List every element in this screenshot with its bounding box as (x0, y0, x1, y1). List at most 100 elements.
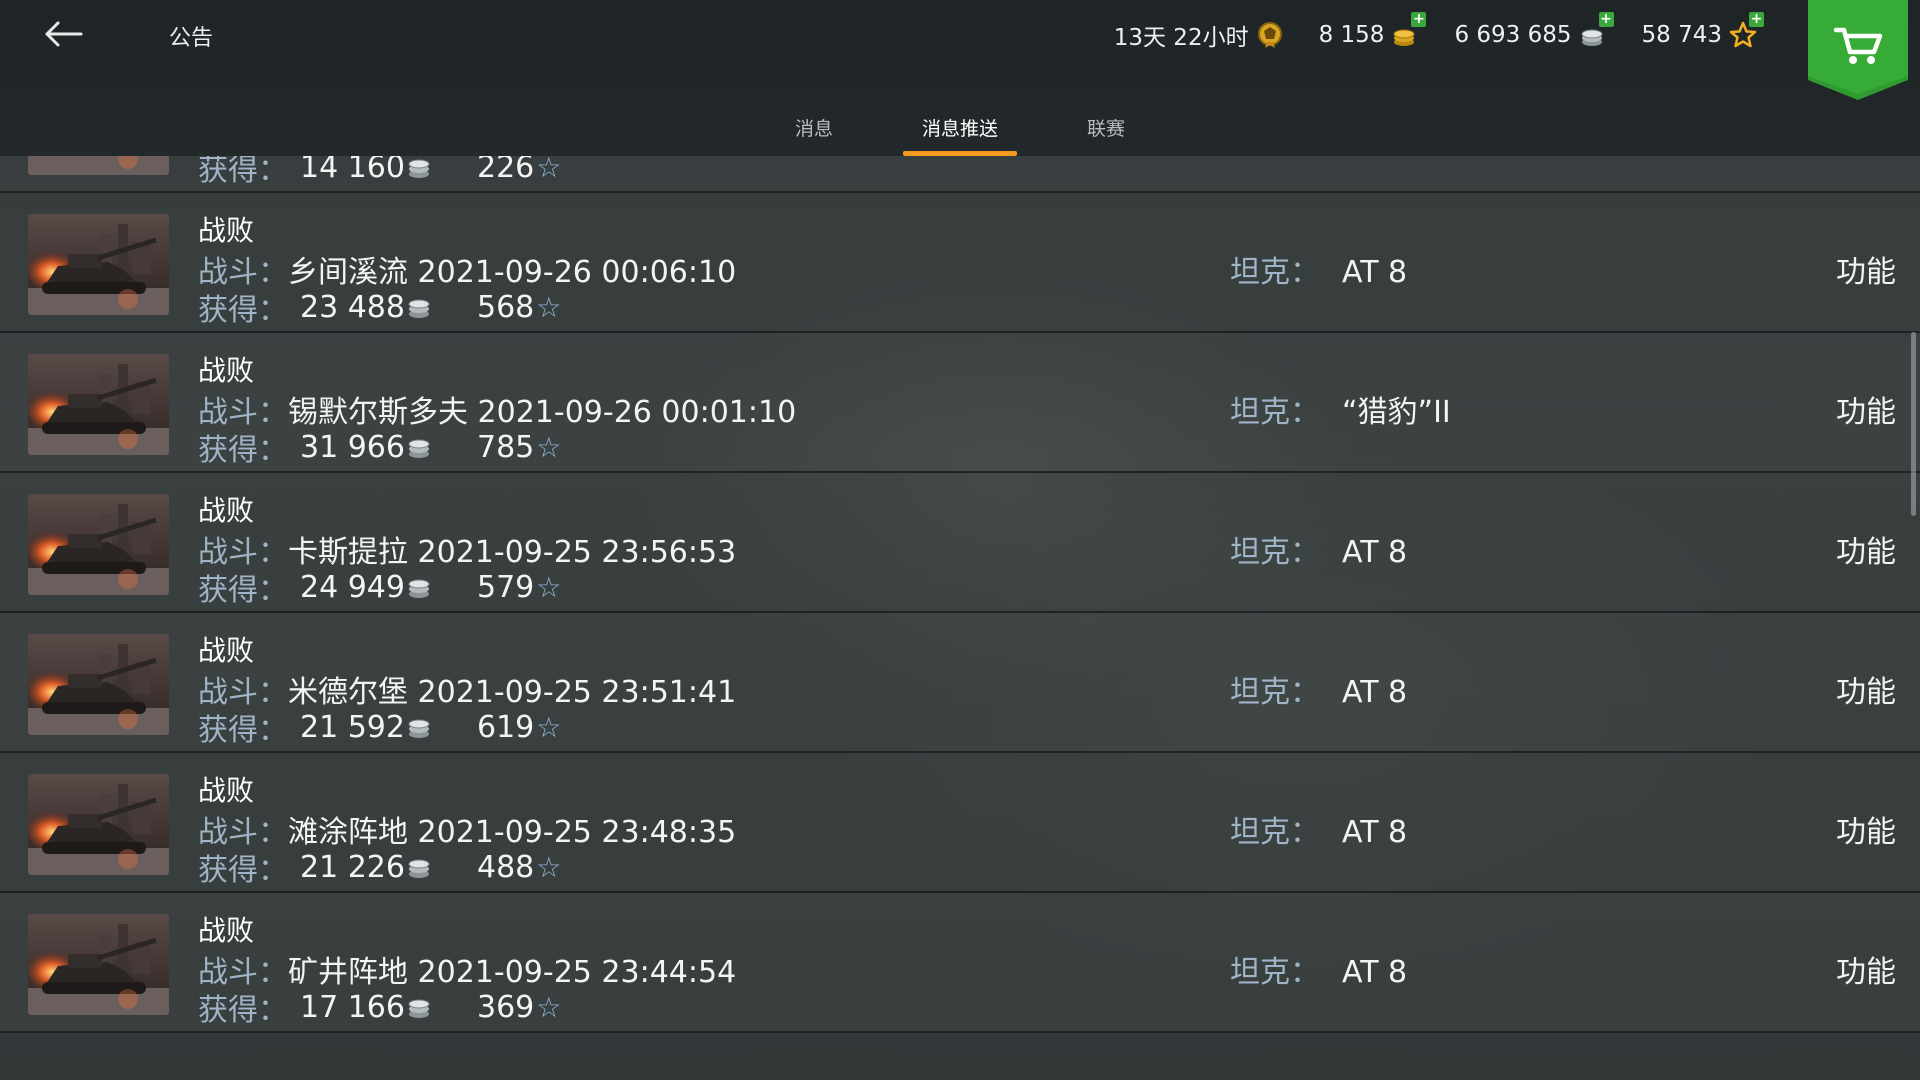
earned-xp: 579 (476, 569, 535, 605)
silver-coin-icon (408, 439, 430, 458)
battle-result: 战败 (198, 494, 255, 527)
tank-label: 坦克： (1230, 815, 1320, 850)
silver-coin-icon (408, 719, 430, 738)
tank-label: 坦克： (1230, 395, 1320, 430)
tank-name: “猎豹”II (1342, 395, 1451, 430)
earned-label: 获得： (198, 433, 288, 468)
tank-label: 坦克： (1230, 675, 1320, 710)
add-gold-icon[interactable]: + (1411, 12, 1427, 27)
tank-info: 坦克： AT 8 (1230, 527, 1407, 571)
shop-button[interactable] (1808, 0, 1908, 100)
message-row[interactable]: 战败 战斗：都市港口 2021-09-26 00:09:43 获得： 14 16… (0, 156, 1920, 193)
function-button[interactable]: 功能 (1836, 667, 1896, 711)
message-row[interactable]: 战败 战斗：卡斯提拉 2021-09-25 23:56:53 获得： 24 94… (0, 473, 1920, 613)
xp-star-icon: ☆ (536, 430, 562, 464)
message-row[interactable]: 战败 战斗：锡默尔斯多夫 2021-09-26 00:01:10 获得： 31 … (0, 333, 1920, 473)
battle-thumbnail (28, 156, 169, 175)
tank-info: 坦克： “猎豹”II (1230, 387, 1451, 431)
battle-thumbnail (28, 914, 169, 1015)
silver-coin-icon (408, 859, 430, 878)
silver-coin-icon (408, 159, 430, 178)
earned-credits: 14 160 (300, 156, 405, 185)
tab-push-messages[interactable]: 消息推送 (887, 102, 1033, 156)
xp-star-icon: ☆ (536, 710, 562, 744)
earned-xp: 568 (476, 289, 535, 325)
function-button[interactable]: 功能 (1836, 947, 1896, 991)
gold-value: 8 158 (1318, 22, 1385, 48)
gold-balance[interactable]: 8 158 + (1318, 12, 1427, 50)
xp-star-icon: ☆ (536, 570, 562, 604)
earned-xp: 488 (476, 849, 535, 885)
add-free-xp-icon[interactable]: + (1749, 12, 1764, 27)
rewards: 获得： 31 966 785 ☆ (198, 425, 561, 469)
tank-name: AT 8 (1342, 815, 1408, 850)
tank-name: AT 8 (1342, 955, 1408, 990)
tab-bar: 消息 消息推送 联赛 (0, 102, 1920, 156)
back-arrow-icon (45, 21, 83, 47)
free-xp-value: 58 743 (1641, 22, 1722, 48)
silver-coin-icon (408, 299, 430, 318)
premium-icon (1255, 20, 1285, 50)
message-row[interactable]: 战败 战斗：矿井阵地 2021-09-25 23:44:54 获得： 17 16… (0, 893, 1920, 1033)
page-title: 公告 (169, 26, 214, 51)
message-row[interactable]: 战败 战斗：米德尔堡 2021-09-25 23:51:41 获得： 21 59… (0, 613, 1920, 753)
function-button[interactable]: 功能 (1836, 247, 1896, 291)
rewards: 获得： 14 160 226 ☆ (198, 156, 561, 189)
function-button[interactable]: 功能 (1836, 527, 1896, 571)
tank-label: 坦克： (1230, 255, 1320, 290)
earned-label: 获得： (198, 993, 288, 1028)
earned-credits: 17 166 (300, 989, 405, 1025)
earned-xp: 619 (476, 709, 535, 745)
message-list-content: 战败 战斗：都市港口 2021-09-26 00:09:43 获得： 14 16… (0, 156, 1920, 1033)
tab-league[interactable]: 联赛 (1033, 102, 1179, 156)
resources-bar: 13天 22小时 8 158 + 6 693 685 + 58 743 + (1114, 0, 1920, 100)
tank-name: AT 8 (1342, 255, 1408, 290)
silver-coin-icon: + (1578, 12, 1614, 50)
free-xp-balance[interactable]: 58 743 + (1641, 12, 1764, 50)
credits-balance[interactable]: 6 693 685 + (1454, 12, 1614, 50)
earned-label: 获得： (198, 853, 288, 888)
xp-star-icon: ☆ (536, 156, 562, 184)
back-button[interactable] (36, 10, 90, 58)
message-row[interactable]: 战败 战斗：滩涂阵地 2021-09-25 23:48:35 获得： 21 22… (0, 753, 1920, 893)
tank-name: AT 8 (1342, 675, 1408, 710)
tank-info: 坦克： AT 8 (1230, 807, 1407, 851)
silver-coin-icon (408, 999, 430, 1018)
earned-credits: 21 592 (300, 709, 405, 745)
tank-label: 坦克： (1230, 955, 1320, 990)
earned-label: 获得： (198, 573, 288, 608)
premium-timer-value: 13天 22小时 (1113, 25, 1249, 51)
xp-star-icon: ☆ (536, 290, 562, 324)
battle-result: 战败 (198, 634, 255, 667)
message-list[interactable]: 战败 战斗：都市港口 2021-09-26 00:09:43 获得： 14 16… (0, 156, 1920, 1080)
gold-coin-icon: + (1390, 12, 1427, 50)
rewards: 获得： 21 226 488 ☆ (198, 845, 561, 889)
earned-credits: 24 949 (300, 569, 405, 605)
earned-label: 获得： (198, 156, 288, 188)
tank-info: 坦克： AT 8 (1230, 947, 1407, 991)
rewards: 获得： 24 949 579 ☆ (198, 565, 561, 609)
battle-thumbnail (28, 494, 169, 595)
silver-coin-icon (408, 579, 430, 598)
earned-credits: 21 226 (300, 849, 405, 885)
earned-credits: 31 966 (300, 429, 405, 465)
function-button[interactable]: 功能 (1836, 387, 1896, 431)
xp-star-icon: ☆ (536, 990, 562, 1024)
premium-timer[interactable]: 13天 22小时 (1114, 18, 1285, 52)
battle-result: 战败 (198, 214, 255, 247)
rewards: 获得： 21 592 619 ☆ (198, 705, 561, 749)
battle-thumbnail (28, 354, 169, 455)
screen: 公告 13天 22小时 8 158 + 6 693 685 + 58 743 +… (0, 0, 1920, 1080)
battle-result: 战败 (198, 914, 255, 947)
message-row[interactable]: 战败 战斗：乡间溪流 2021-09-26 00:06:10 获得： 23 48… (0, 193, 1920, 333)
add-credits-icon[interactable]: + (1598, 12, 1614, 27)
function-button[interactable]: 功能 (1836, 807, 1896, 851)
xp-star-icon: ☆ (536, 850, 562, 884)
earned-xp: 785 (476, 429, 535, 465)
tank-info: 坦克： AT 8 (1230, 667, 1407, 711)
rewards: 获得： 23 488 568 ☆ (198, 285, 561, 329)
battle-thumbnail (28, 774, 169, 875)
scrollbar[interactable] (1911, 332, 1916, 516)
top-bar: 公告 13天 22小时 8 158 + 6 693 685 + 58 743 +… (0, 0, 1920, 156)
tab-messages[interactable]: 消息 (741, 102, 887, 156)
